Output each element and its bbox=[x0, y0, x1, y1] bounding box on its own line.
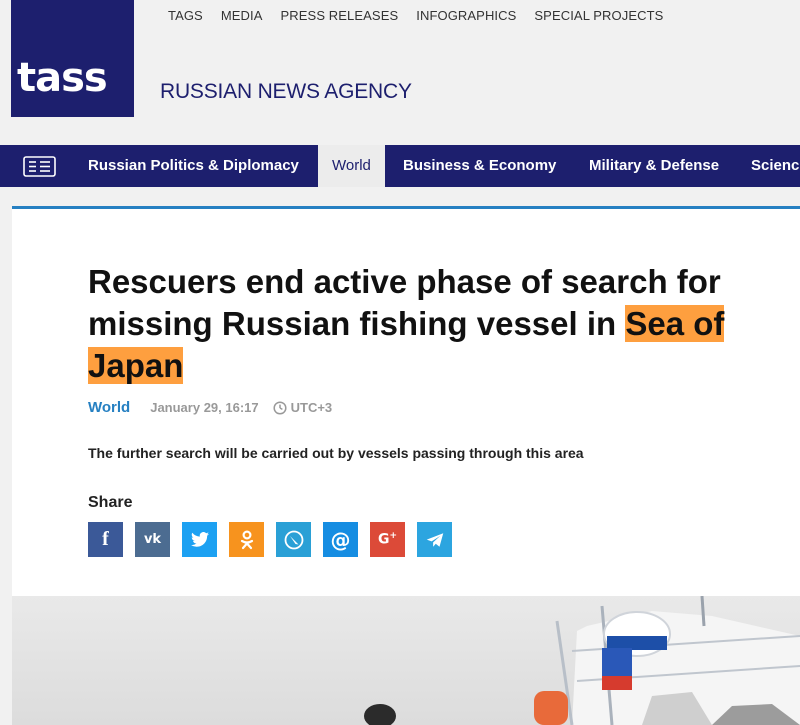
twitter-share-button[interactable] bbox=[182, 522, 217, 557]
headline-highlight-2: Japan bbox=[88, 347, 184, 384]
article-date: January 29, 16:17 bbox=[150, 400, 259, 415]
nav-item-military-defense[interactable]: Military & Defense bbox=[575, 145, 733, 187]
odnoklassniki-icon bbox=[240, 529, 253, 549]
nav-item-business-economy[interactable]: Business & Economy bbox=[389, 145, 570, 187]
top-menu: TAGS MEDIA PRESS RELEASES INFOGRAPHICS S… bbox=[168, 8, 663, 23]
tass-logo[interactable]: tass bbox=[11, 0, 134, 117]
telegram-paper-plane-icon bbox=[426, 532, 443, 547]
nav-item-science[interactable]: Science bbox=[737, 145, 800, 187]
site-header: tass TAGS MEDIA PRESS RELEASES INFOGRAPH… bbox=[0, 0, 800, 145]
facebook-share-button[interactable]: f bbox=[88, 522, 123, 557]
article-category-link[interactable]: World bbox=[88, 399, 130, 416]
twitter-bird-icon bbox=[190, 532, 209, 547]
odnoklassniki-share-button[interactable] bbox=[229, 522, 264, 557]
article-lead: The further search will be carried out b… bbox=[88, 445, 584, 461]
livejournal-pencil-icon bbox=[284, 530, 303, 549]
nav-item-russian-politics[interactable]: Russian Politics & Diplomacy bbox=[74, 145, 313, 187]
nav-item-world[interactable]: World bbox=[318, 145, 385, 187]
google-plus-icon: G+ bbox=[377, 531, 398, 548]
article-headline: Rescuers end active phase of search for … bbox=[88, 261, 788, 387]
article-hero-image bbox=[12, 596, 800, 725]
share-buttons: f vk @ G+ bbox=[88, 522, 452, 557]
top-menu-special-projects[interactable]: SPECIAL PROJECTS bbox=[534, 8, 663, 23]
google-plus-share-button[interactable]: G+ bbox=[370, 522, 405, 557]
article-meta: World January 29, 16:17 UTC+3 bbox=[88, 399, 332, 416]
logo-text: tass bbox=[17, 55, 108, 101]
vessel-photo bbox=[364, 596, 800, 725]
article-card: Rescuers end active phase of search for … bbox=[12, 206, 800, 596]
mail-share-button[interactable]: @ bbox=[323, 522, 358, 557]
top-menu-media[interactable]: MEDIA bbox=[221, 8, 263, 23]
at-sign-icon: @ bbox=[330, 527, 351, 552]
main-nav: Russian Politics & Diplomacy World Busin… bbox=[0, 145, 800, 187]
article-timezone: UTC+3 bbox=[290, 400, 333, 415]
facebook-icon: f bbox=[102, 528, 109, 550]
headline-highlight: Sea of bbox=[625, 305, 725, 342]
agency-name: RUSSIAN NEWS AGENCY bbox=[160, 80, 412, 103]
share-label: Share bbox=[88, 494, 133, 511]
telegram-share-button[interactable] bbox=[417, 522, 452, 557]
clock-icon bbox=[273, 400, 287, 415]
top-menu-infographics[interactable]: INFOGRAPHICS bbox=[416, 8, 516, 23]
livejournal-share-button[interactable] bbox=[276, 522, 311, 557]
top-menu-press-releases[interactable]: PRESS RELEASES bbox=[281, 8, 399, 23]
top-menu-tags[interactable]: TAGS bbox=[168, 8, 203, 23]
sections-menu-icon[interactable] bbox=[23, 156, 56, 177]
vk-share-button[interactable]: vk bbox=[135, 522, 170, 557]
vk-icon: vk bbox=[143, 532, 162, 547]
